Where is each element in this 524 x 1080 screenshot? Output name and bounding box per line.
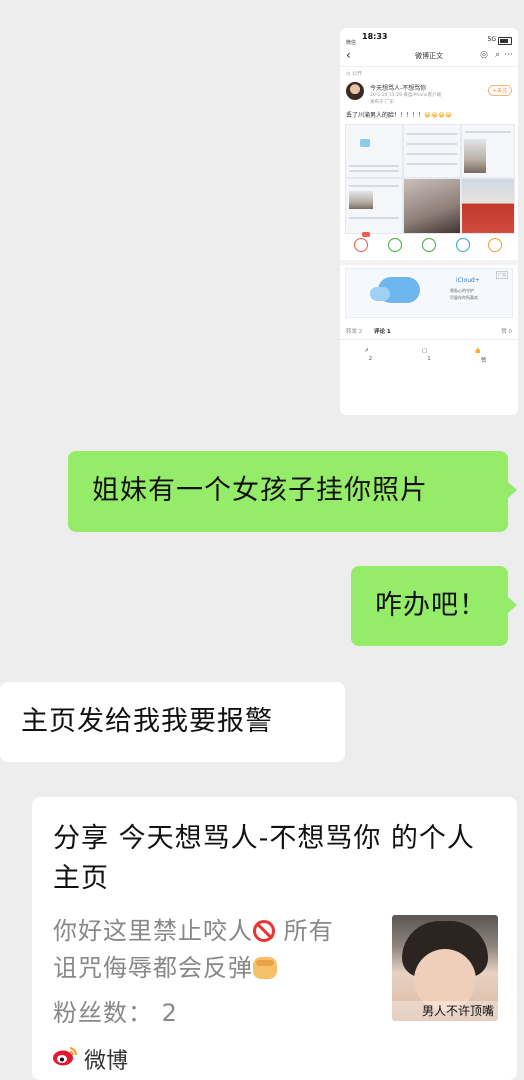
fans-count: 粉丝数： 2 (53, 999, 178, 1027)
nav-title: 微博正文 (415, 52, 443, 60)
thumbnail-caption: 男人不许顶嘴 (392, 1001, 498, 1021)
profile-thumbnail: 男人不许顶嘴 (392, 915, 498, 1021)
post-location: 发布于 广东 (370, 100, 394, 105)
grid-image (345, 178, 403, 234)
nav-bar: ‹ 微博正文 ◎ ⌕ ⋯ (340, 44, 518, 67)
ad-tag: 广告 (496, 271, 508, 279)
post-image-grid (345, 124, 515, 234)
grid-image (403, 178, 461, 234)
share-action-icon (354, 238, 368, 252)
author-avatar (346, 82, 364, 100)
like-count: 👍 赞 (474, 348, 487, 364)
follow-button: +关注 (487, 85, 512, 96)
message-text: 主页发给我我要报警 (21, 706, 273, 737)
qzone-icon (488, 238, 502, 252)
message-bubble-incoming[interactable]: 主页发给我我要报警 (0, 682, 345, 762)
fist-icon (253, 957, 277, 979)
author-name: 今天想骂人-不想骂你 (370, 85, 427, 92)
grid-image (461, 124, 515, 178)
ad-line: 尽量存你所喜欢 (450, 295, 478, 300)
cloud-icon (370, 277, 420, 303)
status-time: 18:33 (362, 32, 388, 41)
share-card-description: 你好这里禁止咬人 所有 诅咒侮辱都会反弹 (53, 917, 334, 982)
tab-comments: 评论 1 (374, 329, 391, 335)
status-bar: 18:33 微信 5G (340, 28, 518, 46)
share-card-title: 分享 今天想骂人-不想骂你 的个人主页 (53, 823, 475, 894)
ad-brand: iCloud+ (456, 277, 480, 284)
post-emoji: 😭😭😭😭 (424, 112, 453, 119)
weibo-logo-icon (53, 1047, 78, 1066)
share-source-label: 微博 (84, 1049, 129, 1074)
search-icon: ⌕ (494, 50, 500, 60)
grid-image (345, 124, 403, 178)
prohibited-icon (253, 920, 275, 942)
moments-icon (422, 238, 436, 252)
bubble-tail (508, 482, 517, 498)
message-text: 咋办吧！ (375, 590, 487, 621)
message-text: 姐妹有一个女孩子挂你照片 (92, 475, 428, 506)
post-text: 丢了川渝男人的脸！！！！！😭😭😭😭 (346, 112, 453, 119)
tab-repost: 转发 2 (346, 329, 363, 335)
message-bubble-outgoing[interactable]: 姐妹有一个女孩子挂你照片 (68, 451, 508, 532)
visibility-label: ◷ 公开 (346, 71, 362, 77)
bubble-tail (508, 597, 517, 613)
weibo-profile-share-card[interactable]: 分享 今天想骂人-不想骂你 的个人主页 你好这里禁止咬人 所有 诅咒侮辱都会反弹… (32, 797, 517, 1080)
more-icon: ⋯ (504, 50, 513, 60)
grid-image (461, 178, 515, 234)
shared-screenshot-image[interactable]: 18:33 微信 5G ‹ 微博正文 ◎ ⌕ ⋯ ◷ 公开 今天想骂人-不想骂你… (340, 28, 518, 415)
qq-icon (456, 238, 470, 252)
post-tabs: 转发 2 评论 1 赞 0 (340, 321, 518, 340)
wechat-icon (388, 238, 402, 252)
ad-line: 隐私心的守护 (450, 288, 474, 293)
repost-count: ↗ 2 (364, 348, 373, 362)
status-network: 5G (487, 36, 496, 43)
share-circle-icon: ◎ (480, 50, 488, 60)
post-author: 今天想骂人-不想骂你 20-5-24 15:29 来自iPhone客户端 发布于… (340, 80, 518, 110)
comment-count: ▢ 1 (422, 348, 431, 362)
ad-banner: iCloud+ 隐私心的守护 尽量存你所喜欢 广告 (345, 268, 513, 318)
tab-likes: 赞 0 (501, 329, 512, 335)
message-bubble-outgoing[interactable]: 咋办吧！ (351, 566, 508, 646)
post-bottom-bar: ↗ 2 ▢ 1 👍 赞 (340, 340, 518, 366)
post-meta: 20-5-24 15:29 来自iPhone客户端 (370, 93, 442, 98)
grid-image (403, 124, 461, 178)
share-actions: … (340, 232, 518, 260)
